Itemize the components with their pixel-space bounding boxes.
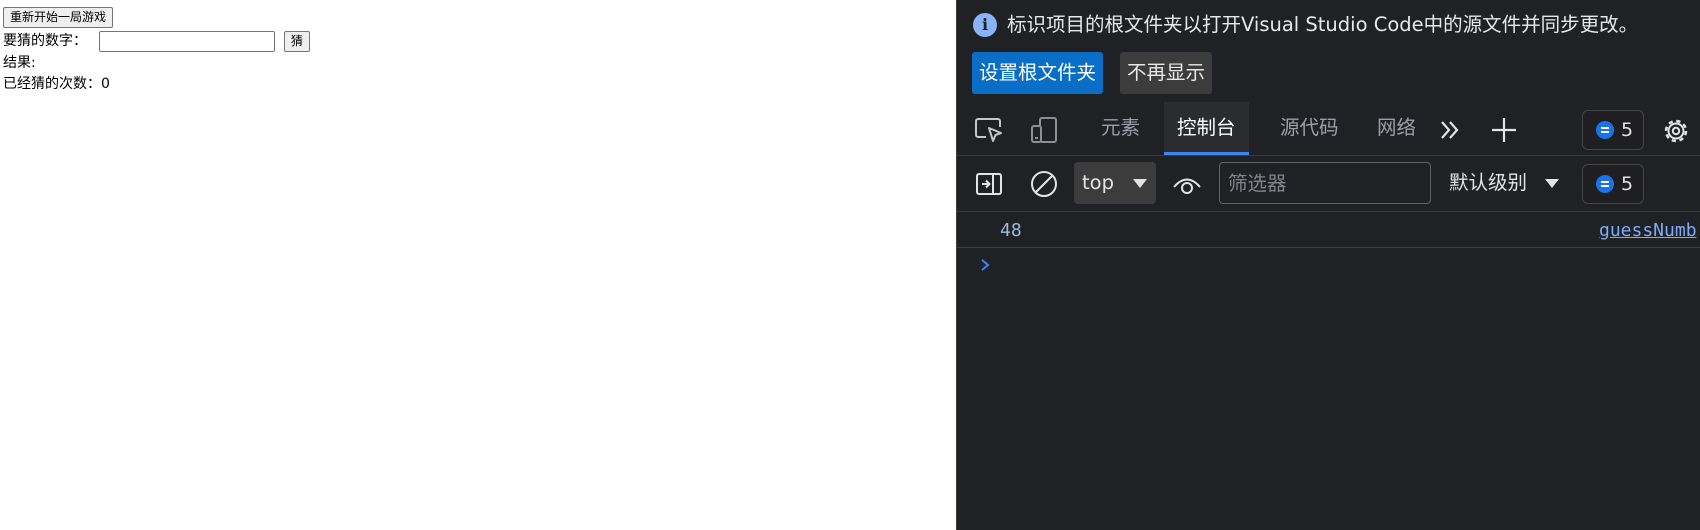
guess-row: 要猜的数字： 猜 xyxy=(3,31,310,52)
dropdown-caret-icon xyxy=(1545,179,1559,188)
infobar-message: 标识项目的根文件夹以打开Visual Studio Code中的源文件并同步更改… xyxy=(1007,13,1639,36)
devtools-tab-bar: 元素 控制台 源代码 网络 5 xyxy=(957,102,1700,156)
more-tabs-icon[interactable] xyxy=(1436,116,1464,144)
tab-elements[interactable]: 元素 xyxy=(1088,102,1153,155)
game-page: 重新开始一局游戏 要猜的数字： 猜 结果: 已经猜的次数：0 xyxy=(0,0,956,530)
console-filter-input[interactable] xyxy=(1219,162,1431,204)
sidebar-toggle-icon[interactable] xyxy=(974,169,1004,199)
log-level-value: 默认级别 xyxy=(1449,171,1528,194)
tab-sources[interactable]: 源代码 xyxy=(1267,102,1352,155)
restart-game-button[interactable]: 重新开始一局游戏 xyxy=(3,7,114,28)
inspect-icon[interactable] xyxy=(974,115,1004,145)
guess-count-label: 已经猜的次数： xyxy=(3,76,101,92)
console-toolbar: top 默认级别 5 xyxy=(957,157,1700,212)
console-log-value: 48 xyxy=(1000,220,1022,241)
tab-network[interactable]: 网络 xyxy=(1364,102,1429,155)
console-output: 48 guessNumb xyxy=(957,213,1700,530)
toolbar-issues-button[interactable]: 5 xyxy=(1582,164,1644,204)
devtools-panel: i 标识项目的根文件夹以打开Visual Studio Code中的源文件并同步… xyxy=(956,0,1700,530)
result-row: 结果: xyxy=(3,53,36,74)
issues-icon xyxy=(1596,175,1614,193)
add-tab-icon[interactable] xyxy=(1489,115,1519,145)
issues-count: 5 xyxy=(1621,119,1634,141)
guess-input[interactable] xyxy=(99,31,276,52)
set-root-folder-button[interactable]: 设置根文件夹 xyxy=(972,52,1104,94)
issues-counter-button[interactable]: 5 xyxy=(1582,110,1644,150)
issues-icon xyxy=(1596,121,1614,139)
console-message: 48 guessNumb xyxy=(957,213,1700,248)
context-value: top xyxy=(1082,171,1114,194)
prompt-chevron-icon[interactable] xyxy=(977,257,993,273)
info-icon: i xyxy=(973,13,997,37)
clear-console-icon[interactable] xyxy=(1029,169,1059,199)
settings-icon[interactable] xyxy=(1660,115,1692,147)
guess-label: 要猜的数字： xyxy=(3,33,87,49)
eye-icon[interactable] xyxy=(1171,170,1203,200)
result-label: 结果: xyxy=(3,55,36,71)
console-source-link[interactable]: guessNumb xyxy=(1599,220,1697,241)
toolbar-issues-count: 5 xyxy=(1621,173,1634,195)
log-level-selector[interactable]: 默认级别 xyxy=(1447,162,1569,204)
context-selector[interactable]: top xyxy=(1074,162,1156,204)
guess-count-value: 0 xyxy=(101,76,110,92)
workspace-infobar: i 标识项目的根文件夹以打开Visual Studio Code中的源文件并同步… xyxy=(957,0,1700,100)
dropdown-caret-icon xyxy=(1133,179,1147,188)
tab-console[interactable]: 控制台 xyxy=(1164,102,1249,155)
guess-button[interactable]: 猜 xyxy=(283,31,310,52)
device-toolbar-icon[interactable] xyxy=(1029,115,1059,145)
dont-show-again-button[interactable]: 不再显示 xyxy=(1120,52,1213,94)
guess-count-row: 已经猜的次数：0 xyxy=(3,74,110,95)
